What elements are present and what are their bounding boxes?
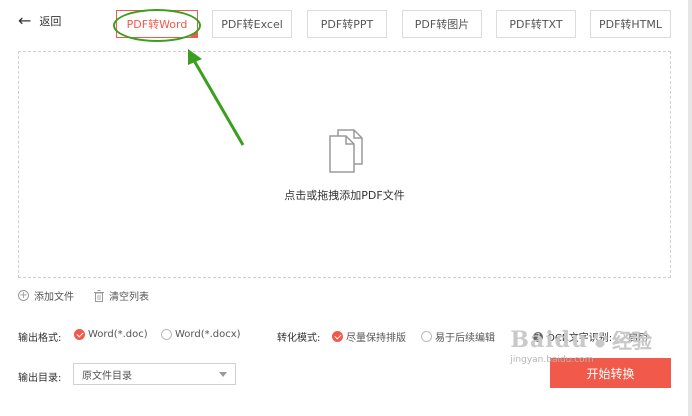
option-label: 尽量保持排版: [346, 333, 406, 344]
format-option-docx[interactable]: Word(*.docx): [161, 329, 241, 340]
checked-radio-icon: [74, 329, 85, 340]
tab-pdf-to-txt[interactable]: PDF转TXT: [496, 10, 576, 38]
tab-label: PDF转Excel: [221, 18, 283, 31]
selected-corner-icon: [189, 29, 198, 38]
radio-easy-edit[interactable]: 易于后续编辑: [421, 329, 495, 344]
clear-list-label: 清空列表: [109, 292, 149, 303]
ocr-enable-option[interactable]: 启用: [614, 329, 648, 344]
tab-label: PDF转Word: [126, 18, 188, 31]
output-dir-label: 输出目录:: [18, 373, 62, 384]
window-edge: [688, 0, 692, 416]
document-stack-icon: [329, 129, 363, 173]
start-convert-label: 开始转换: [586, 366, 635, 381]
tab-label: PDF转图片: [414, 18, 470, 31]
radio-docx[interactable]: Word(*.docx): [161, 329, 241, 340]
arrow-left-icon: ←: [18, 11, 32, 30]
add-file-label: 添加文件: [34, 292, 74, 303]
option-label: 易于后续编辑: [435, 333, 495, 344]
tab-label: PDF转PPT: [320, 18, 374, 31]
chevron-down-icon: [219, 372, 227, 377]
format-option-doc[interactable]: Word(*.doc): [74, 329, 148, 340]
add-file-button[interactable]: + 添加文件: [18, 288, 74, 303]
back-button[interactable]: ← 返回: [18, 13, 61, 29]
file-drop-zone[interactable]: 点击或拖拽添加PDF文件: [18, 51, 671, 278]
convert-mode-row: 转化模式:: [277, 329, 320, 344]
convert-mode-label: 转化模式:: [277, 333, 321, 344]
radio-doc[interactable]: Word(*.doc): [74, 329, 148, 340]
back-label: 返回: [39, 15, 62, 28]
output-dir-row: 输出目录:: [18, 369, 61, 384]
option-label: 启用: [628, 333, 648, 344]
output-format-label: 输出格式:: [18, 333, 62, 344]
option-label: Word(*.doc): [88, 329, 148, 340]
unchecked-radio-icon: [421, 331, 432, 342]
tab-pdf-to-image[interactable]: PDF转图片: [402, 10, 482, 38]
output-format-row: 输出格式:: [18, 329, 61, 344]
mode-option-keep-layout[interactable]: 尽量保持排版: [332, 329, 406, 344]
unchecked-radio-icon: [614, 331, 625, 342]
drop-hint-text: 点击或拖拽添加PDF文件: [284, 189, 405, 202]
tab-pdf-to-ppt[interactable]: PDF转PPT: [307, 10, 387, 38]
clear-list-button[interactable]: 清空列表: [94, 288, 149, 303]
output-dir-select[interactable]: 原文件目录: [73, 363, 236, 385]
tab-label: PDF转HTML: [598, 18, 663, 31]
tab-pdf-to-html[interactable]: PDF转HTML: [590, 10, 671, 38]
unchecked-radio-icon: [161, 329, 172, 340]
trash-icon: [94, 289, 104, 302]
radio-ocr-enable[interactable]: 启用: [614, 329, 648, 344]
option-label: Word(*.docx): [175, 329, 241, 340]
checked-radio-icon: [332, 331, 343, 342]
mode-option-easy-edit[interactable]: 易于后续编辑: [421, 329, 495, 344]
start-convert-button[interactable]: 开始转换: [550, 358, 671, 388]
ocr-row: ? OCR文字识别:: [533, 329, 612, 344]
radio-keep-layout[interactable]: 尽量保持排版: [332, 329, 406, 344]
ocr-label: OCR文字识别:: [547, 333, 613, 344]
file-actions-bar: + 添加文件 清空列表: [18, 288, 149, 303]
plus-circle-icon: +: [18, 290, 29, 301]
tab-label: PDF转TXT: [509, 18, 563, 31]
tab-pdf-to-word[interactable]: PDF转Word: [116, 10, 198, 38]
output-dir-value: 原文件目录: [82, 370, 132, 382]
tab-pdf-to-excel[interactable]: PDF转Excel: [212, 10, 292, 38]
help-icon[interactable]: ?: [533, 331, 543, 342]
